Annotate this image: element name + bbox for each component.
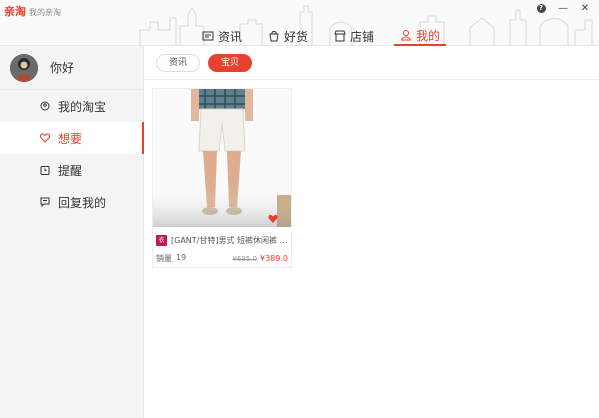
bag-icon (269, 31, 279, 42)
product-card[interactable]: 衣 [GANT/甘特]男式 短裤休闲裤 夏... 销量 19 ¥695.0 ¥3… (152, 88, 292, 268)
window-controls: ? — ✕ (535, 2, 591, 14)
tab-shops[interactable]: 店铺 (328, 26, 380, 46)
sidebar-item-label: 提醒 (58, 163, 83, 178)
profile-name: 你好 (50, 61, 75, 75)
favorite-heart-icon[interactable] (268, 214, 278, 224)
app-logo: 亲淘 (4, 5, 26, 18)
brand: 亲淘 我的亲淘 (4, 3, 61, 19)
subtab-items[interactable]: 宝贝 (208, 53, 253, 72)
sidebar-item-replies[interactable]: 回复我的 (0, 186, 143, 218)
avatar[interactable] (10, 53, 38, 82)
main-nav: 资讯 好货 店铺 我的 (196, 26, 447, 46)
sales-info: 销量 19 (156, 253, 186, 264)
shop-icon (334, 30, 346, 42)
sales-count: 19 (176, 253, 187, 262)
help-icon: ? (536, 3, 546, 13)
profile: 你好 (0, 46, 143, 90)
sales-label: 销量 (156, 254, 172, 263)
tab-mine[interactable]: 我的 (394, 26, 447, 46)
minimize-button[interactable]: — (557, 2, 569, 14)
product-image (153, 89, 291, 227)
product-title-row: 衣 [GANT/甘特]男式 短裤休闲裤 夏... (156, 233, 288, 247)
category-tag: 衣 (156, 234, 167, 246)
news-icon (202, 31, 214, 41)
sidebar-item-reminders[interactable]: 提醒 (0, 154, 143, 186)
taobao-icon (40, 101, 50, 111)
heart-icon (40, 133, 50, 143)
tab-goods[interactable]: 好货 (262, 26, 314, 46)
content-subtabs: 资讯 宝贝 (144, 46, 599, 80)
sidebar-item-label: 我的淘宝 (58, 99, 107, 114)
prices: ¥695.0 ¥389.0 (233, 254, 289, 263)
sidebar: 你好 我的淘宝 想要 提醒 回复我的 (0, 46, 144, 418)
product-photo (153, 89, 291, 227)
sidebar-menu: 我的淘宝 想要 提醒 回复我的 (0, 90, 144, 218)
close-button[interactable]: ✕ (579, 2, 591, 14)
tab-shops-label: 店铺 (350, 29, 375, 44)
sidebar-item-wants[interactable]: 想要 (0, 122, 144, 154)
app-window: 亲淘 我的亲淘 ? — ✕ 资讯 好货 店铺 我的 你好 我的淘宝 想要 提醒 … (0, 0, 599, 418)
main-content: 资讯 宝贝 衣 [GANT/甘特]男式 短裤休闲裤 夏... 销量 19 ¥69… (144, 46, 599, 418)
title-bar: 亲淘 我的亲淘 ? — ✕ 资讯 好货 店铺 我的 (0, 0, 599, 46)
sidebar-item-label: 回复我的 (58, 195, 107, 210)
alarm-icon (40, 166, 50, 175)
sidebar-item-my-taobao[interactable]: 我的淘宝 (0, 90, 143, 122)
subtab-news[interactable]: 资讯 (156, 53, 201, 72)
product-title[interactable]: [GANT/甘特]男式 短裤休闲裤 夏... (171, 235, 288, 246)
price-row: 销量 19 ¥695.0 ¥389.0 (156, 253, 288, 264)
help-button[interactable]: ? (535, 2, 547, 14)
user-icon (400, 30, 412, 41)
tab-news[interactable]: 资讯 (196, 26, 248, 46)
sidebar-item-label: 想要 (58, 131, 83, 146)
comment-icon (40, 197, 50, 207)
app-subtitle: 我的亲淘 (29, 8, 61, 17)
tab-news-label: 资讯 (218, 29, 243, 44)
avatar-image (10, 53, 38, 82)
sale-price: ¥389.0 (260, 254, 288, 263)
original-price: ¥695.0 (232, 255, 258, 263)
tab-mine-label: 我的 (416, 28, 441, 43)
product-info: 衣 [GANT/甘特]男式 短裤休闲裤 夏... 销量 19 ¥695.0 ¥3… (153, 227, 291, 264)
tab-goods-label: 好货 (284, 29, 309, 44)
